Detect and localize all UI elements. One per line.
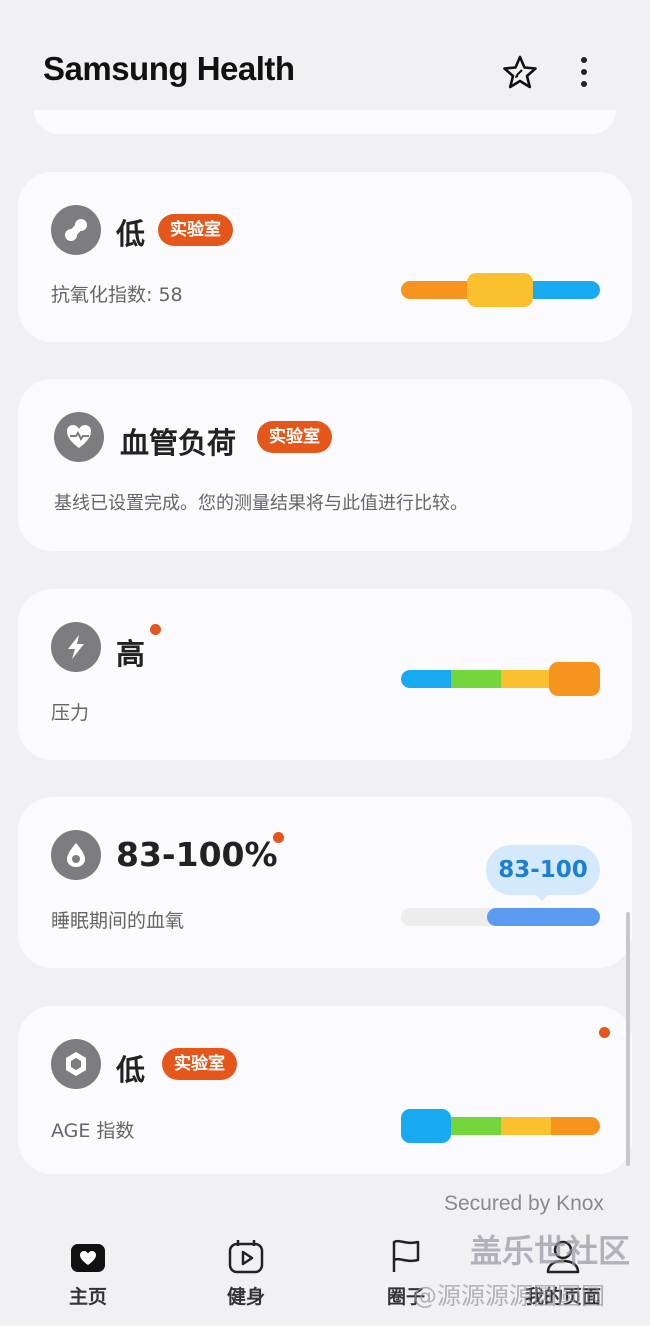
- range-segment: [487, 908, 600, 926]
- level-marker: [401, 1109, 451, 1143]
- card-subtitle: AGE 指数: [51, 1120, 135, 1142]
- scrollbar[interactable]: [626, 912, 630, 1166]
- antioxidant-card[interactable]: 低 实验室 抗氧化指数: 58: [18, 172, 632, 342]
- stress-level-bar: [401, 662, 600, 696]
- new-indicator-dot: [273, 832, 284, 843]
- lab-badge: 实验室: [158, 214, 233, 246]
- fitness-play-icon: [228, 1240, 264, 1274]
- bar-segment: [531, 281, 600, 299]
- vascular-load-card[interactable]: 血管负荷 实验室 基线已设置完成。您的测量结果将与此值进行比较。: [18, 379, 632, 551]
- home-heart-icon: [71, 1244, 105, 1272]
- nav-fitness[interactable]: 健身: [196, 1224, 296, 1314]
- heart-vascular-icon: [54, 412, 104, 462]
- previous-card-edge: [34, 110, 616, 134]
- oxygen-drop-icon: [51, 830, 101, 880]
- card-subtitle: 抗氧化指数: 58: [51, 284, 183, 306]
- watermark-line2: @源源源源圆圆圆: [413, 1282, 605, 1310]
- age-level-bar: [401, 1109, 600, 1143]
- age-index-card[interactable]: 低 实验室 AGE 指数: [18, 1006, 632, 1174]
- nav-label: 主页: [68, 1286, 107, 1308]
- card-title: 高: [116, 637, 146, 671]
- bar-segment: [501, 1117, 551, 1135]
- card-title: 低: [116, 1053, 146, 1087]
- card-subtitle: 睡眠期间的血氧: [51, 910, 185, 932]
- nav-label: 健身: [226, 1286, 265, 1308]
- bar-segment: [551, 1117, 600, 1135]
- lab-badge: 实验室: [162, 1048, 237, 1080]
- card-title: 低: [116, 217, 146, 251]
- lab-badge: 实验室: [257, 421, 332, 453]
- card-title: 83-100%: [116, 835, 278, 874]
- card-title: 血管负荷: [120, 426, 237, 460]
- more-vertical-icon[interactable]: [564, 53, 604, 93]
- bar-segment: [501, 670, 551, 688]
- flag-icon: [392, 1239, 420, 1272]
- lightning-icon: [51, 622, 101, 672]
- spo2-range-bar: [401, 908, 600, 926]
- new-indicator-dot: [599, 1027, 610, 1038]
- range-tooltip: 83-100: [486, 845, 600, 895]
- level-marker: [549, 662, 600, 696]
- antioxidant-icon: [51, 205, 101, 255]
- app-title: Samsung Health: [43, 50, 295, 87]
- antioxidant-level-bar: [401, 273, 600, 307]
- bar-segment: [451, 670, 501, 688]
- card-subtitle: 压力: [51, 702, 90, 724]
- watermark-line1: 盖乐世社区: [470, 1232, 631, 1270]
- tooltip-pointer: [534, 893, 550, 901]
- hexagon-icon: [51, 1039, 101, 1089]
- bar-segment: [451, 1117, 501, 1135]
- nav-home[interactable]: 主页: [38, 1224, 138, 1314]
- stress-card[interactable]: 高 压力: [18, 589, 632, 760]
- blood-oxygen-card[interactable]: 83-100% 睡眠期间的血氧 83-100: [18, 797, 632, 968]
- bar-segment: [401, 670, 451, 688]
- card-subtitle: 基线已设置完成。您的测量结果将与此值进行比较。: [54, 493, 468, 514]
- star-edit-icon[interactable]: [500, 53, 540, 93]
- secured-by-knox: Secured by Knox: [444, 1192, 604, 1215]
- new-indicator-dot: [150, 624, 161, 635]
- level-marker: [467, 273, 533, 307]
